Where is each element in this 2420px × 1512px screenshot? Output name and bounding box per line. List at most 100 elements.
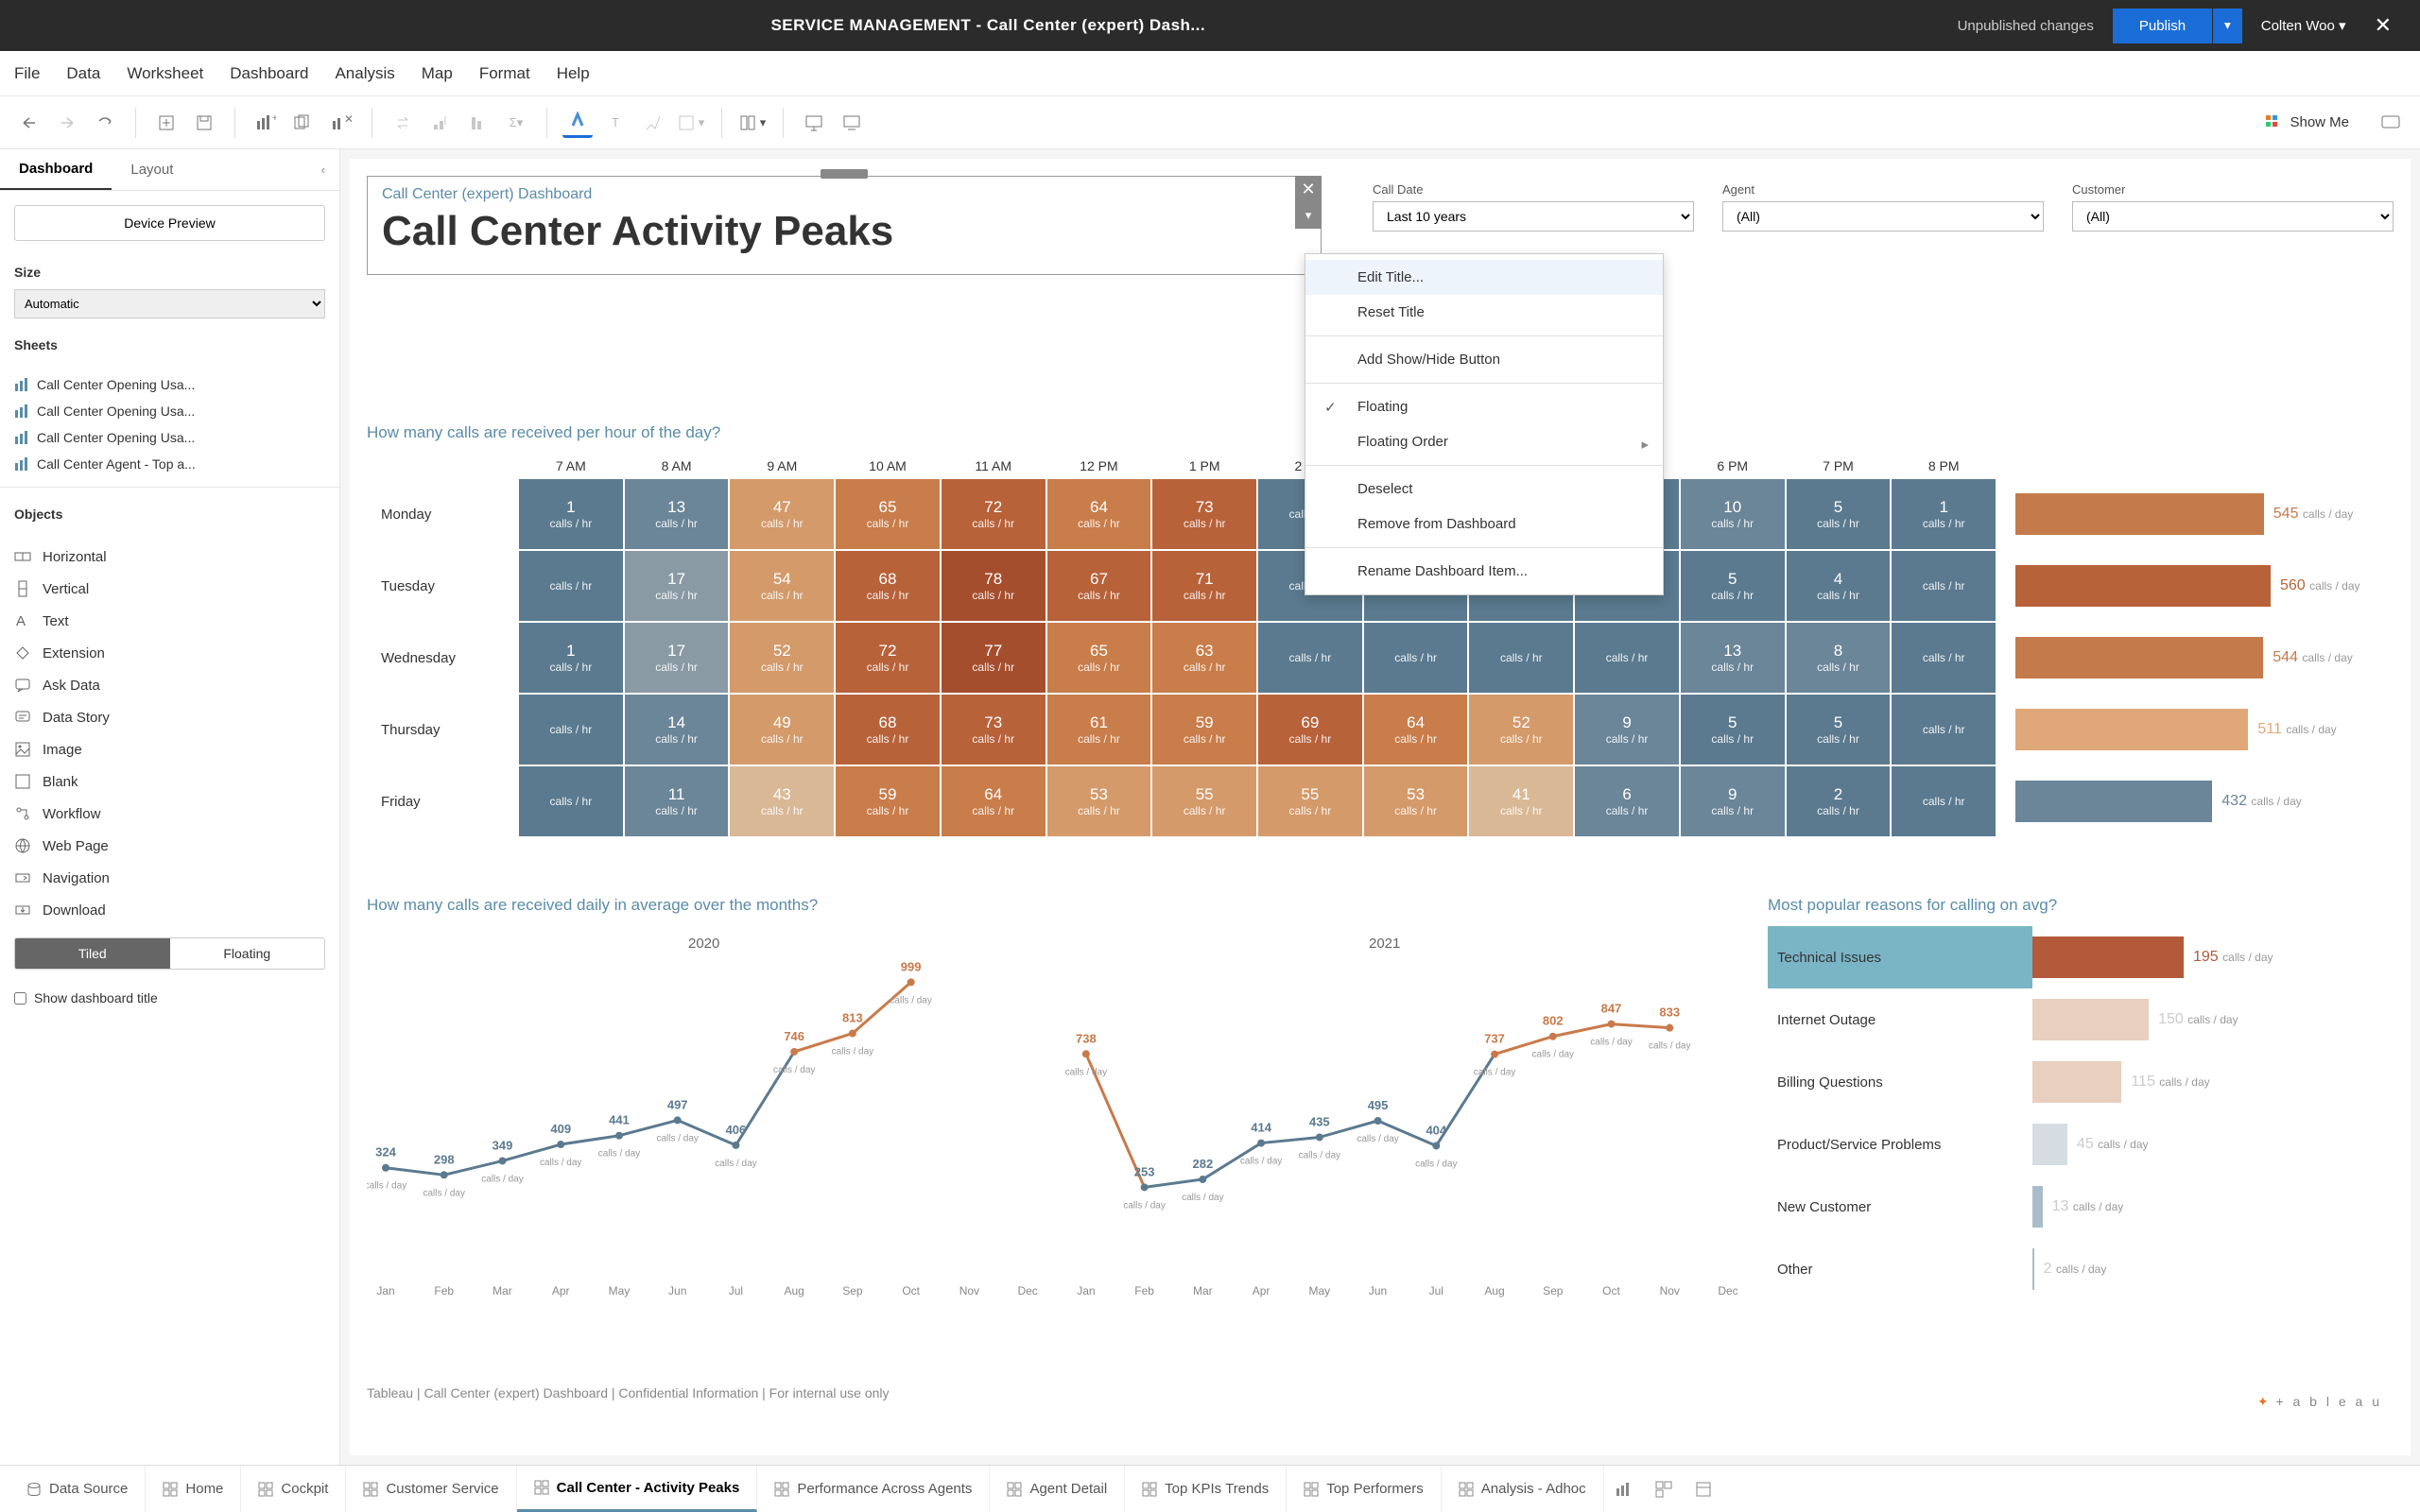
total-bar[interactable] xyxy=(2015,709,2248,750)
heatmap-cell[interactable]: 64calls / hr xyxy=(1046,478,1152,550)
heatmap-cell[interactable]: 17calls / hr xyxy=(624,622,730,694)
reason-label[interactable]: New Customer xyxy=(1768,1176,2032,1238)
heatmap-cell[interactable]: calls / hr xyxy=(1468,622,1574,694)
object-workflow[interactable]: Workflow xyxy=(0,798,339,830)
object-web-page[interactable]: Web Page xyxy=(0,830,339,862)
heatmap-cell[interactable]: 53calls / hr xyxy=(1046,765,1152,837)
presentation-mode-icon[interactable] xyxy=(2376,108,2406,138)
tab-analysis-adhoc[interactable]: Analysis - Adhoc xyxy=(1442,1466,1604,1512)
sheet-item[interactable]: Call Center Opening Usa... xyxy=(14,424,325,451)
menu-data[interactable]: Data xyxy=(66,64,100,83)
heatmap-cell[interactable]: 59calls / hr xyxy=(1151,694,1257,765)
annotate-icon[interactable] xyxy=(638,108,668,138)
heatmap-cell[interactable]: 54calls / hr xyxy=(729,550,835,622)
save-icon[interactable] xyxy=(189,108,219,138)
heatmap-cell[interactable]: 72calls / hr xyxy=(941,478,1046,550)
highlight-icon[interactable] xyxy=(562,108,593,138)
presentation-icon[interactable] xyxy=(799,108,829,138)
sheet-item[interactable]: Call Center Agent - Top a... xyxy=(14,451,325,477)
heatmap-cell[interactable]: 67calls / hr xyxy=(1046,550,1152,622)
total-bar[interactable] xyxy=(2015,565,2271,607)
heatmap-cell[interactable]: 55calls / hr xyxy=(1257,765,1363,837)
heatmap-cell[interactable]: 73calls / hr xyxy=(941,694,1046,765)
heatmap-cell[interactable]: calls / hr xyxy=(518,765,624,837)
dropdown-icon[interactable]: ▾ xyxy=(1295,202,1322,229)
heatmap-cell[interactable]: 61calls / hr xyxy=(1046,694,1152,765)
sheet-item[interactable]: Call Center Opening Usa... xyxy=(14,371,325,398)
menu-worksheet[interactable]: Worksheet xyxy=(127,64,203,83)
device-preview-button[interactable]: Device Preview xyxy=(14,205,325,241)
reason-bar[interactable] xyxy=(2032,936,2184,978)
object-ask-data[interactable]: Ask Data xyxy=(0,669,339,701)
heatmap-cell[interactable]: 13calls / hr xyxy=(624,478,730,550)
ctx-edit-title-[interactable]: Edit Title... xyxy=(1305,260,1663,295)
tab-top-performers[interactable]: Top Performers xyxy=(1287,1466,1442,1512)
customer-filter[interactable]: (All) xyxy=(2072,201,2394,232)
heatmap-cell[interactable]: 1calls / hr xyxy=(518,478,624,550)
reason-label[interactable]: Internet Outage xyxy=(1768,988,2032,1051)
menu-map[interactable]: Map xyxy=(422,64,453,83)
heatmap-cell[interactable]: 8calls / hr xyxy=(1786,622,1892,694)
menu-format[interactable]: Format xyxy=(479,64,530,83)
redo-icon[interactable] xyxy=(52,108,82,138)
cards-icon[interactable]: ▾ xyxy=(737,108,768,138)
heatmap-cell[interactable]: 10calls / hr xyxy=(1680,478,1786,550)
sort-asc-icon[interactable] xyxy=(425,108,456,138)
heatmap-cell[interactable]: 13calls / hr xyxy=(1680,622,1786,694)
data-source-tab[interactable]: Data Source xyxy=(9,1466,146,1512)
tab-cockpit[interactable]: Cockpit xyxy=(241,1466,346,1512)
device-icon[interactable] xyxy=(837,108,867,138)
ctx-deselect[interactable]: Deselect xyxy=(1305,472,1663,507)
heatmap-cell[interactable]: 4calls / hr xyxy=(1786,550,1892,622)
tab-top-kpis-trends[interactable]: Top KPIs Trends xyxy=(1125,1466,1287,1512)
heatmap-cell[interactable]: 17calls / hr xyxy=(624,550,730,622)
heatmap-cell[interactable]: calls / hr xyxy=(1574,622,1680,694)
heatmap-cell[interactable]: calls / hr xyxy=(1891,765,1996,837)
labels-icon[interactable]: T xyxy=(600,108,631,138)
ctx-floating[interactable]: ✓Floating xyxy=(1305,389,1663,424)
new-sheet-icon[interactable] xyxy=(151,108,182,138)
menu-file[interactable]: File xyxy=(14,64,40,83)
heatmap-cell[interactable]: 1calls / hr xyxy=(1891,478,1996,550)
tab-dashboard[interactable]: Dashboard xyxy=(0,149,112,190)
heatmap-cell[interactable]: 9calls / hr xyxy=(1680,765,1786,837)
heatmap-cell[interactable]: calls / hr xyxy=(1363,622,1469,694)
heatmap-cell[interactable]: 69calls / hr xyxy=(1257,694,1363,765)
sort-desc-icon[interactable] xyxy=(463,108,493,138)
heatmap-cell[interactable]: calls / hr xyxy=(1891,550,1996,622)
tab-call-center-activity-peaks[interactable]: Call Center - Activity Peaks xyxy=(517,1466,758,1512)
heatmap-cell[interactable]: 41calls / hr xyxy=(1468,765,1574,837)
heatmap-cell[interactable]: 68calls / hr xyxy=(835,694,941,765)
heatmap-cell[interactable]: 53calls / hr xyxy=(1363,765,1469,837)
tab-home[interactable]: Home xyxy=(146,1466,241,1512)
reason-label[interactable]: Billing Questions xyxy=(1768,1051,2032,1113)
reason-bar[interactable] xyxy=(2032,1124,2067,1165)
tab-performance-across-agents[interactable]: Performance Across Agents xyxy=(757,1466,990,1512)
object-extension[interactable]: Extension xyxy=(0,637,339,669)
heatmap-cell[interactable]: 71calls / hr xyxy=(1151,550,1257,622)
menu-help[interactable]: Help xyxy=(557,64,590,83)
object-horizontal[interactable]: Horizontal xyxy=(0,541,339,573)
object-image[interactable]: Image xyxy=(0,733,339,765)
heatmap-cell[interactable]: 5calls / hr xyxy=(1680,550,1786,622)
tab-layout[interactable]: Layout xyxy=(112,149,192,190)
dashboard-title-container[interactable]: ✕ ▾ Call Center (expert) Dashboard Call … xyxy=(367,176,1322,275)
heatmap-cell[interactable]: 72calls / hr xyxy=(835,622,941,694)
swap-icon[interactable] xyxy=(388,108,418,138)
ctx-remove-from-dashboard[interactable]: Remove from Dashboard xyxy=(1305,507,1663,541)
tab-customer-service[interactable]: Customer Service xyxy=(346,1466,516,1512)
close-icon[interactable]: ✕ xyxy=(2365,13,2401,38)
size-select[interactable]: Automatic xyxy=(14,289,325,318)
ctx-reset-title[interactable]: Reset Title xyxy=(1305,295,1663,330)
heatmap-cell[interactable]: 63calls / hr xyxy=(1151,622,1257,694)
heatmap-cell[interactable]: calls / hr xyxy=(1891,622,1996,694)
heatmap-cell[interactable]: 2calls / hr xyxy=(1786,765,1892,837)
ctx-add-show-hide-button[interactable]: Add Show/Hide Button xyxy=(1305,342,1663,377)
heatmap-cell[interactable]: 55calls / hr xyxy=(1151,765,1257,837)
duplicate-icon[interactable] xyxy=(288,108,319,138)
heatmap-cell[interactable]: calls / hr xyxy=(1257,622,1363,694)
heatmap-cell[interactable]: calls / hr xyxy=(518,550,624,622)
reason-label[interactable]: Other xyxy=(1768,1238,2032,1300)
publish-dropdown[interactable]: ▾ xyxy=(2213,9,2242,43)
heatmap-cell[interactable]: 52calls / hr xyxy=(1468,694,1574,765)
